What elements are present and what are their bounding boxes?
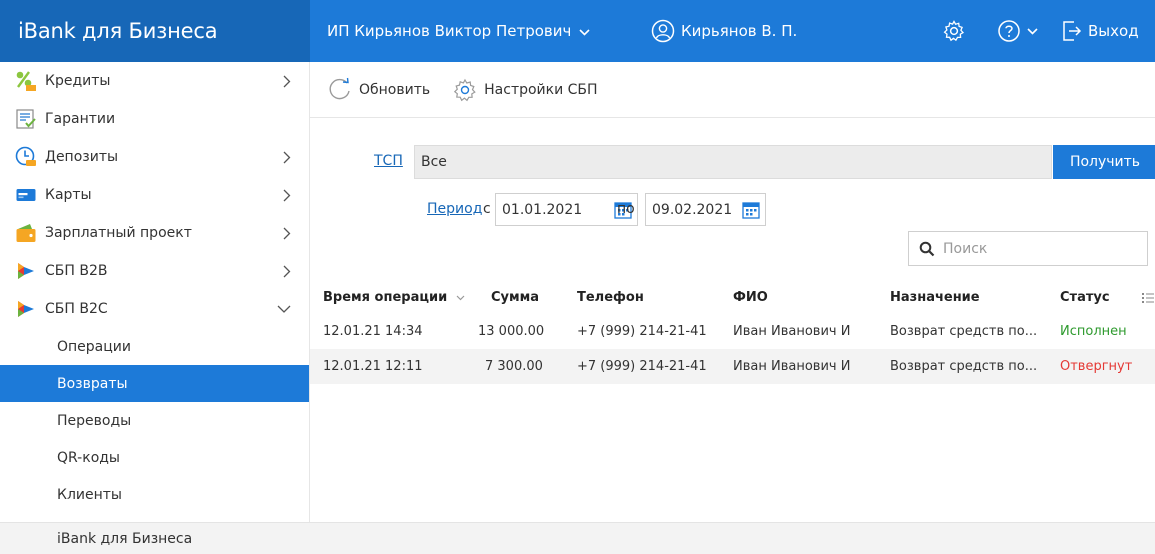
tsp-select[interactable]: Все (414, 145, 1052, 179)
refresh-icon (329, 77, 350, 99)
gear-icon (454, 78, 476, 101)
sidebar-item-label: Депозиты (45, 149, 119, 165)
column-header-purpose[interactable]: Назначение (890, 290, 980, 305)
gear-icon (943, 20, 965, 42)
cell-name: Иван Иванович И (733, 324, 851, 339)
refresh-button[interactable]: Обновить (327, 77, 430, 103)
cell-time: 12.01.21 14:34 (323, 324, 423, 339)
document-check-icon (15, 108, 37, 130)
chevron-down-icon (277, 290, 291, 328)
sidebar-subitem-transfers[interactable]: Переводы (0, 402, 309, 439)
sidebar: Кредиты Гарантии Депозиты Карты Зарплатн… (0, 62, 310, 522)
sidebar-item-label: Карты (45, 187, 92, 203)
user-circle-icon (651, 19, 675, 43)
refresh-label: Обновить (359, 81, 431, 98)
column-settings-icon[interactable] (1142, 289, 1154, 308)
column-header-amount[interactable]: Сумма (491, 290, 539, 305)
column-header-name[interactable]: ФИО (733, 290, 768, 305)
wallet-icon (15, 222, 37, 244)
user-menu[interactable]: Кирьянов В. П. (651, 0, 797, 62)
cell-amount: 13 000.00 (478, 324, 545, 339)
company-name: ИП Кирьянов Виктор Петрович (327, 22, 572, 40)
percent-icon (15, 70, 37, 92)
search-input[interactable]: Поиск (908, 231, 1148, 266)
cell-name: Иван Иванович И (733, 359, 851, 374)
cell-purpose: Возврат средств по... (890, 324, 1038, 339)
cell-phone: +7 (999) 214-21-41 (577, 359, 707, 374)
get-button[interactable]: Получить (1053, 145, 1155, 179)
date-to-field[interactable]: 09.02.2021 (645, 193, 766, 226)
sidebar-item-salary-project[interactable]: Зарплатный проект (0, 214, 309, 252)
logout-button[interactable]: Выход (1062, 0, 1139, 62)
chevron-right-icon (283, 214, 291, 252)
sidebar-item-sbp-b2b[interactable]: СБП B2B (0, 252, 309, 290)
sidebar-subitem-refunds[interactable]: Возвраты (0, 365, 309, 402)
tsp-label[interactable]: ТСП (374, 153, 403, 169)
settings-button[interactable] (942, 0, 966, 62)
sbp-icon (15, 260, 37, 282)
chevron-right-icon (283, 138, 291, 176)
cell-purpose: Возврат средств по... (890, 359, 1038, 374)
footer-label: iBank для Бизнеса (57, 530, 193, 547)
chevron-right-icon (283, 252, 291, 290)
calendar-icon[interactable] (742, 201, 760, 223)
sidebar-item-sbp-b2c[interactable]: СБП B2C (0, 290, 309, 328)
chevron-right-icon (283, 62, 291, 100)
question-icon (998, 20, 1020, 42)
chevron-down-icon (456, 295, 465, 301)
sbp-settings-button[interactable]: Настройки СБП (452, 77, 598, 103)
sidebar-item-label: Гарантии (45, 111, 116, 127)
card-icon (15, 184, 37, 206)
table-row[interactable]: 12.01.21 14:34 13 000.00 +7 (999) 214-21… (310, 314, 1155, 349)
column-header-phone[interactable]: Телефон (577, 290, 644, 305)
sbp-settings-label: Настройки СБП (484, 81, 598, 98)
sidebar-subitem-qr-codes[interactable]: QR-коды (0, 439, 309, 476)
cell-time: 12.01.21 12:11 (323, 359, 423, 374)
help-button[interactable] (997, 0, 1038, 62)
sidebar-subitem-clients[interactable]: Клиенты (0, 476, 309, 513)
top-header: iBank для Бизнеса ИП Кирьянов Виктор Пет… (0, 0, 1155, 62)
chevron-right-icon (283, 176, 291, 214)
period-label[interactable]: Период (427, 201, 482, 217)
search-icon (919, 241, 935, 256)
cell-phone: +7 (999) 214-21-41 (577, 324, 707, 339)
cell-status: Исполнен (1060, 324, 1127, 339)
sidebar-item-guarantees[interactable]: Гарантии (0, 100, 309, 138)
cell-status: Отвергнут (1060, 359, 1133, 374)
column-header-status[interactable]: Статус (1060, 290, 1110, 305)
date-to-value: 09.02.2021 (652, 201, 733, 218)
sidebar-item-label: Зарплатный проект (45, 225, 192, 241)
date-from-value: 01.01.2021 (502, 201, 583, 218)
sbp-icon (15, 298, 37, 320)
toolbar: Обновить Настройки СБП (310, 62, 1155, 118)
sidebar-item-label: СБП B2C (45, 301, 108, 317)
footer-bar: iBank для Бизнеса (0, 522, 1155, 554)
sidebar-subitem-operations[interactable]: Операции (0, 328, 309, 365)
sidebar-item-label: Кредиты (45, 73, 111, 89)
logout-icon (1063, 21, 1082, 41)
tsp-value: Все (421, 154, 447, 170)
app-brand[interactable]: iBank для Бизнеса (0, 0, 310, 62)
chevron-down-icon (579, 22, 590, 40)
sidebar-item-credits[interactable]: Кредиты (0, 62, 309, 100)
table-row[interactable]: 12.01.21 12:11 7 300.00 +7 (999) 214-21-… (310, 349, 1155, 384)
search-placeholder: Поиск (943, 240, 988, 257)
user-name: Кирьянов В. П. (681, 22, 798, 40)
company-selector[interactable]: ИП Кирьянов Виктор Петрович (327, 0, 590, 62)
period-from-label: с (483, 201, 491, 217)
sidebar-item-deposits[interactable]: Депозиты (0, 138, 309, 176)
sidebar-item-cards[interactable]: Карты (0, 176, 309, 214)
clock-coin-icon (15, 146, 37, 168)
logout-label: Выход (1088, 22, 1139, 40)
column-header-time[interactable]: Время операции (323, 290, 465, 305)
sidebar-item-label: СБП B2B (45, 263, 108, 279)
cell-amount: 7 300.00 (485, 359, 543, 374)
period-to-label: по (617, 201, 635, 217)
chevron-down-icon (1027, 27, 1038, 35)
